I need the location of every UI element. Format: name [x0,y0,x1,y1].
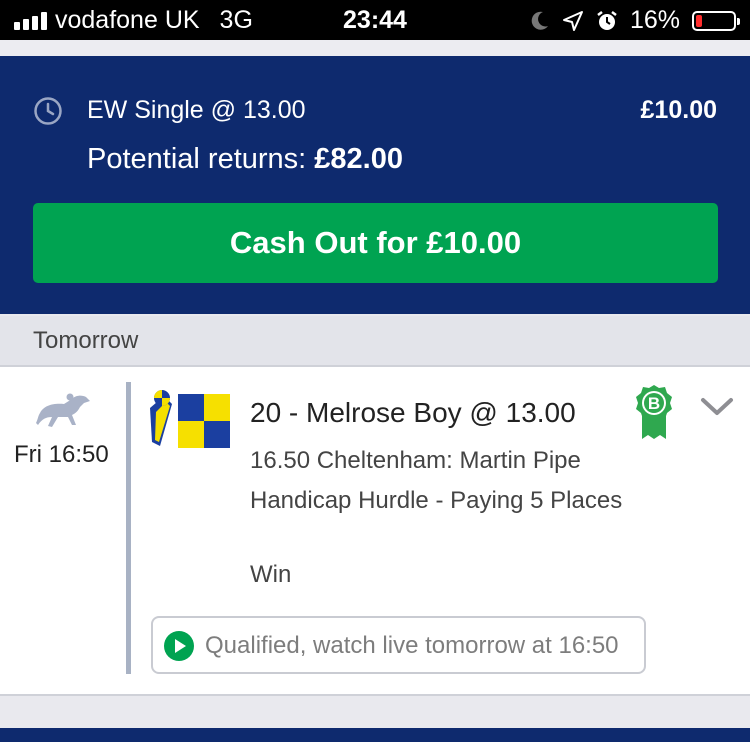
stream-label: Qualified, watch live tomorrow at 16:50 [205,632,619,659]
battery-level [696,14,702,27]
chevron-down-icon[interactable] [700,397,734,417]
bet-type: EW Single @ 13.00 [87,96,306,124]
battery-icon [692,10,740,31]
returns-label: Potential returns: [87,143,307,175]
selection-card: Fri 16:50 20 - Melrose Boy @ 13.00 16.50… [0,367,750,696]
market-description: 16.50 Cheltenham: Martin Pipe Handicap H… [250,447,623,514]
status-right: 16% [530,6,740,35]
cash-out-button[interactable]: Cash Out for £10.00 [33,203,718,283]
badge-letter: B [648,394,660,413]
selection-name: 20 - Melrose Boy @ 13.00 [250,397,576,428]
moon-icon [531,11,548,30]
jockey-silks-icon [150,390,230,448]
status-bar: vodafone UK 3G 23:44 16% [0,0,750,40]
live-stream-button[interactable]: Qualified, watch live tomorrow at 16:50 [151,616,646,674]
alarm-icon [597,10,617,30]
boost-badge-icon: B [636,385,672,439]
section-header: Tomorrow [0,316,750,367]
bet-summary: EW Single @ 13.00 £10.00 Potential retur… [0,56,750,314]
potential-returns: Potential returns: £82.00 [87,143,403,176]
location-arrow-icon [562,10,583,31]
section-title: Tomorrow [33,327,139,354]
bet-stake: £10.00 [640,96,717,124]
top-strip [0,40,750,56]
next-bet-header [0,728,750,742]
battery-percent: 16% [629,6,680,34]
card-divider [126,382,131,674]
race-time: Fri 16:50 [14,441,109,468]
bet-result: Win [250,561,292,588]
returns-value: £82.00 [314,143,403,175]
clock-icon [34,97,62,125]
play-icon [164,631,194,661]
horse-racing-icon [36,393,90,427]
